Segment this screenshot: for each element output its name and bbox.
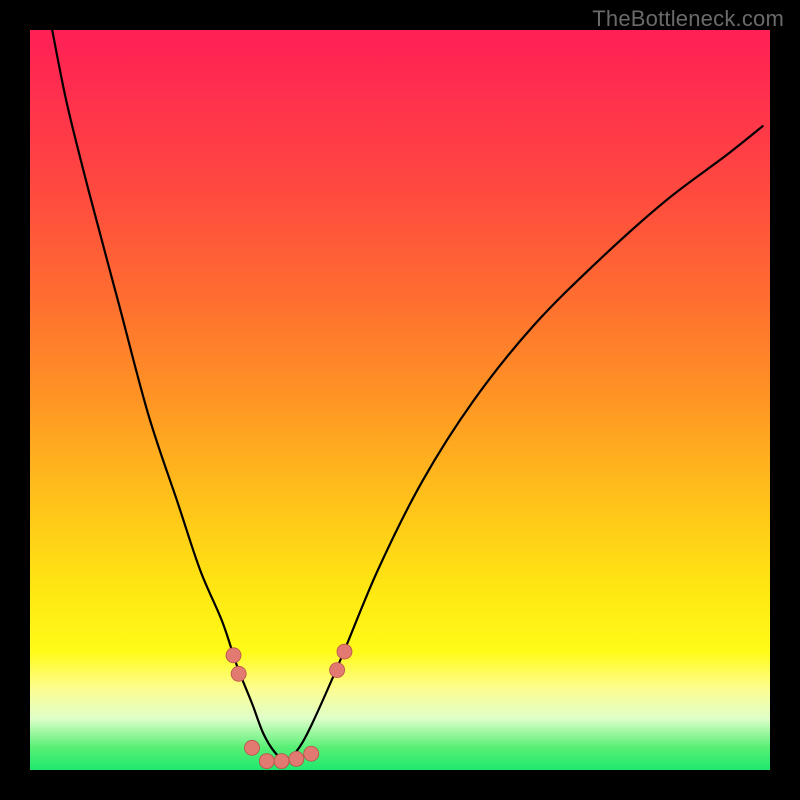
curve-marker	[337, 644, 352, 659]
watermark-text: TheBottleneck.com	[592, 6, 784, 32]
curve-marker	[226, 648, 241, 663]
bottleneck-curve-chart	[30, 30, 770, 770]
curve-marker	[289, 751, 304, 766]
curve-marker	[259, 754, 274, 769]
curve-marker	[330, 663, 345, 678]
plot-area	[30, 30, 770, 770]
bottleneck-curve	[52, 30, 762, 760]
curve-marker	[231, 666, 246, 681]
curve-marker	[274, 754, 289, 769]
chart-frame: TheBottleneck.com	[0, 0, 800, 800]
curve-marker	[245, 740, 260, 755]
curve-marker	[304, 746, 319, 761]
